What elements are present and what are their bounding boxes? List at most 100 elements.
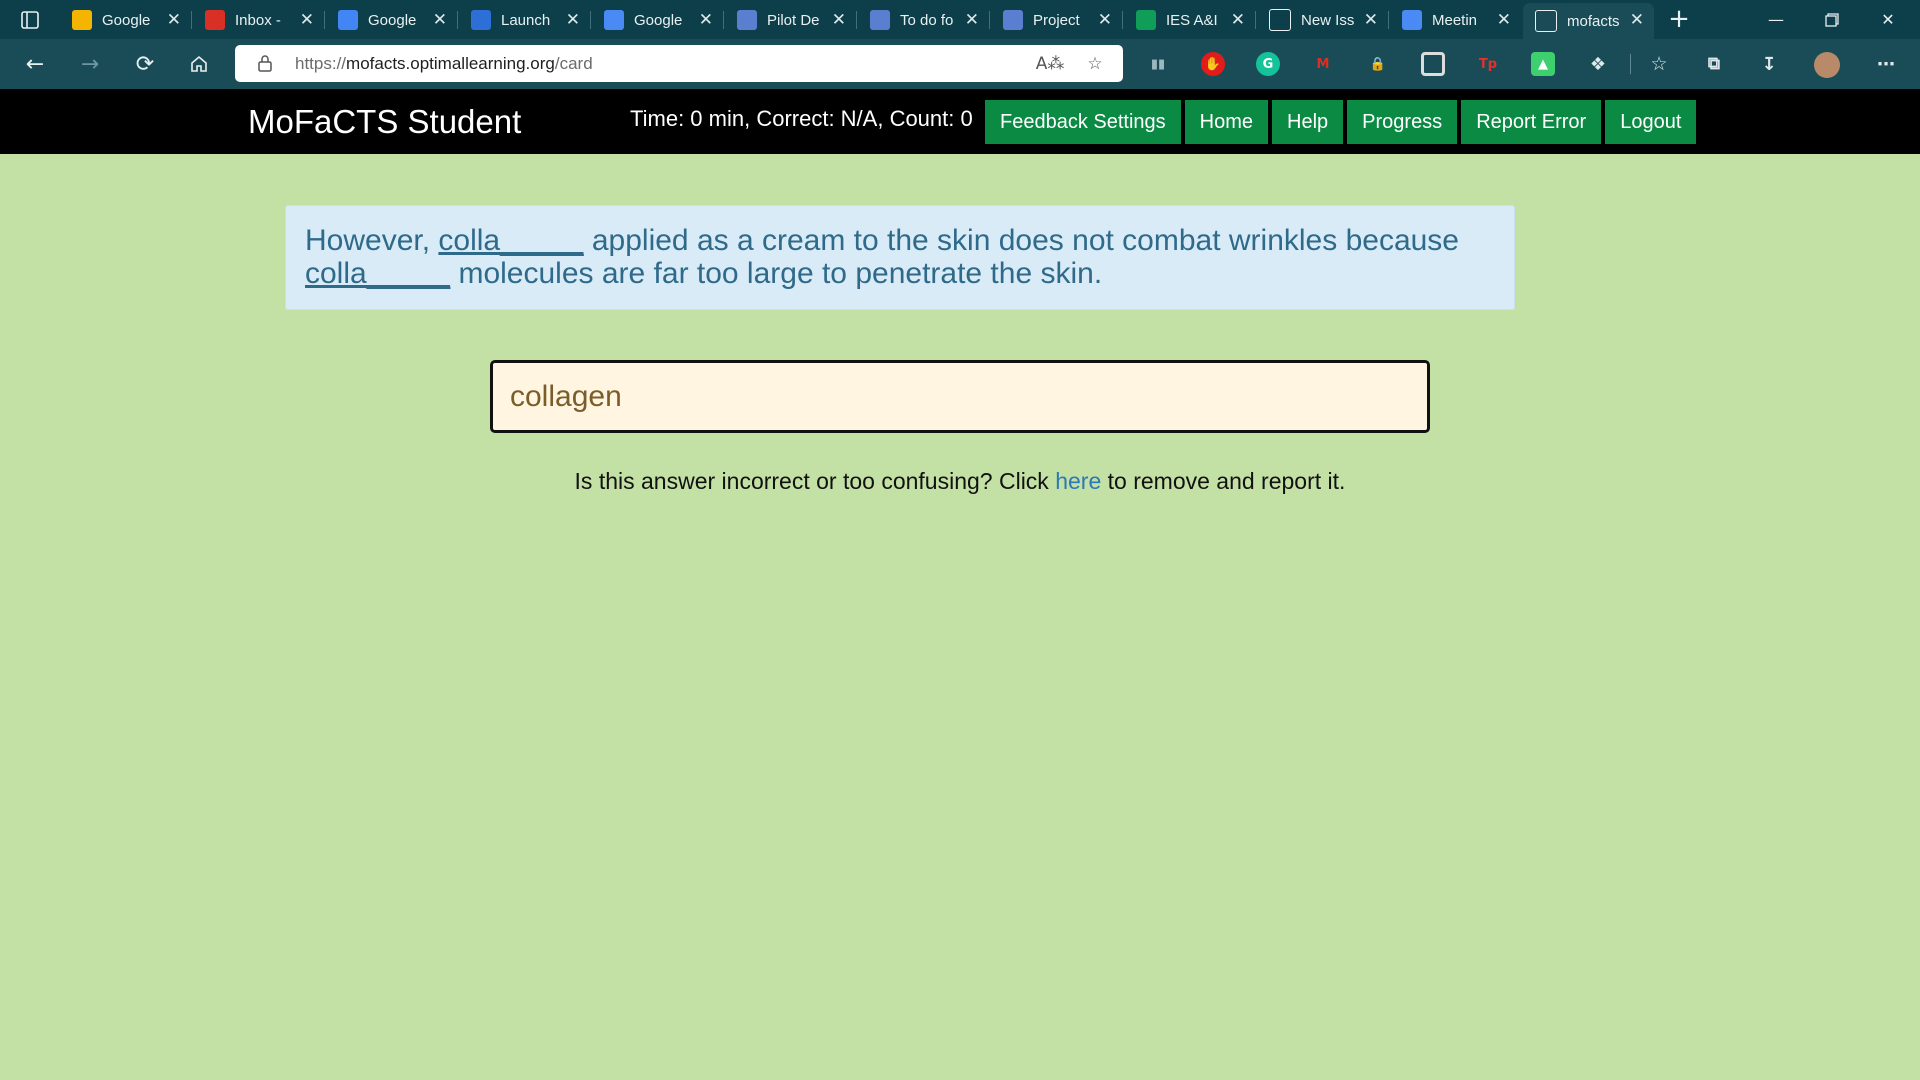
- browser-tab[interactable]: mofacts ✕: [1523, 3, 1654, 39]
- doc-icon: [870, 10, 890, 30]
- screen-capture-icon[interactable]: [1421, 52, 1445, 76]
- tab-separator: [191, 11, 192, 29]
- add-favorite-icon[interactable]: ☆: [1083, 52, 1107, 76]
- browser-tab[interactable]: Launch ✕: [459, 3, 590, 37]
- logout-button[interactable]: Logout: [1605, 100, 1697, 144]
- close-tab-icon[interactable]: ✕: [832, 10, 846, 30]
- browser-tab[interactable]: Pilot De ✕: [725, 3, 856, 37]
- browser-tab-label: mofacts: [1567, 12, 1620, 30]
- report-answer-notice: Is this answer incorrect or too confusin…: [0, 468, 1920, 495]
- translate-ext-icon[interactable]: Tp: [1476, 52, 1500, 76]
- address-bar[interactable]: https://mofacts.optimallearning.org/card…: [235, 45, 1123, 82]
- browser-tab[interactable]: Google ✕: [60, 3, 191, 37]
- tab-separator: [856, 11, 857, 29]
- tab-actions-icon[interactable]: [8, 4, 52, 36]
- more-menu-icon[interactable]: ⋯: [1874, 52, 1898, 76]
- browser-tab-label: Google: [368, 11, 417, 29]
- tab-separator: [723, 11, 724, 29]
- extension-bars-icon[interactable]: ▮▮: [1146, 52, 1170, 76]
- close-tab-icon[interactable]: ✕: [1497, 10, 1511, 30]
- new-tab-button[interactable]: +: [1664, 4, 1694, 34]
- browser-tab-label: Meetin: [1432, 11, 1478, 29]
- report-here-link[interactable]: here: [1055, 468, 1101, 494]
- question-blank-2: colla_____: [305, 257, 451, 290]
- close-tab-icon[interactable]: ✕: [1630, 10, 1644, 30]
- close-window-button[interactable]: ✕: [1860, 0, 1916, 39]
- app-brand[interactable]: MoFaCTS Student: [248, 103, 521, 141]
- extensions-icon[interactable]: ❖: [1586, 52, 1610, 76]
- minimize-button[interactable]: —: [1748, 0, 1804, 39]
- meet-icon: [471, 10, 491, 30]
- browser-tab[interactable]: To do fo ✕: [858, 3, 989, 37]
- report-error-button[interactable]: Report Error: [1461, 100, 1602, 144]
- feedback-settings-button[interactable]: Feedback Settings: [985, 100, 1181, 144]
- back-button[interactable]: ←: [17, 46, 53, 82]
- browser-tab[interactable]: Google ✕: [592, 3, 723, 37]
- question-text-2: applied as a cream to the skin does not …: [583, 224, 1459, 257]
- session-status: Time: 0 min, Correct: N/A, Count: 0: [630, 106, 973, 131]
- browser-tab-label: Pilot De: [767, 11, 820, 29]
- browser-tab-label: Inbox -: [235, 11, 281, 29]
- browser-tab-label: IES A&I: [1166, 11, 1218, 29]
- close-tab-icon[interactable]: ✕: [566, 10, 580, 30]
- question-text-1: However,: [305, 224, 439, 257]
- tab-separator: [1255, 11, 1256, 29]
- browser-tab-label: Launch: [501, 11, 551, 29]
- google-docs-icon: [604, 10, 624, 30]
- browser-tab-label: New Iss: [1301, 11, 1355, 29]
- browser-tab-label: Google: [102, 11, 151, 29]
- sheets-icon: [1136, 10, 1156, 30]
- reload-button[interactable]: ⟳: [127, 46, 163, 82]
- favorites-icon[interactable]: ☆: [1647, 52, 1671, 76]
- tab-separator: [989, 11, 990, 29]
- adblock-icon[interactable]: ✋: [1201, 52, 1225, 76]
- report-text-before: Is this answer incorrect or too confusin…: [574, 468, 1056, 494]
- tab-separator: [590, 11, 591, 29]
- drive-ext-icon[interactable]: ▲: [1531, 52, 1555, 76]
- close-tab-icon[interactable]: ✕: [433, 10, 447, 30]
- close-tab-icon[interactable]: ✕: [300, 10, 314, 30]
- browser-toolbar: ← → ⟳ https://mofacts.optimallearning.or…: [0, 39, 1920, 89]
- page-icon: [1535, 10, 1557, 32]
- browser-tab[interactable]: Meetin ✕: [1390, 3, 1521, 37]
- question-prompt: However, colla_____ applied as a cream t…: [285, 205, 1515, 310]
- tab-separator: [457, 11, 458, 29]
- close-tab-icon[interactable]: ✕: [699, 10, 713, 30]
- close-tab-icon[interactable]: ✕: [965, 10, 979, 30]
- google-calendar-icon: [338, 10, 358, 30]
- browser-tab-label: Google: [634, 11, 683, 29]
- browser-tab[interactable]: Project ✕: [991, 3, 1122, 37]
- tab-separator: [1122, 11, 1123, 29]
- browser-tab[interactable]: IES A&I ✕: [1124, 3, 1255, 37]
- doc-icon: [737, 10, 757, 30]
- restore-button[interactable]: [1804, 0, 1860, 39]
- github-icon: [1269, 9, 1291, 31]
- read-aloud-icon[interactable]: A⁂: [1036, 52, 1065, 76]
- close-tab-icon[interactable]: ✕: [1098, 10, 1112, 30]
- close-tab-icon[interactable]: ✕: [1364, 10, 1378, 30]
- question-text-3: molecules are far too large to penetrate…: [450, 257, 1103, 290]
- answer-input[interactable]: [490, 360, 1430, 433]
- home-icon[interactable]: [181, 46, 217, 82]
- password-lock-icon[interactable]: 🔒: [1366, 52, 1390, 76]
- profile-avatar[interactable]: [1814, 52, 1840, 78]
- mendeley-icon[interactable]: M: [1311, 52, 1335, 76]
- browser-tab[interactable]: New Iss ✕: [1257, 3, 1388, 37]
- tab-separator: [324, 11, 325, 29]
- toolbar-divider: [1630, 54, 1631, 74]
- browser-tab[interactable]: Inbox - ✕: [193, 3, 324, 37]
- browser-tab-label: Project: [1033, 11, 1080, 29]
- progress-button[interactable]: Progress: [1347, 100, 1458, 144]
- home-button[interactable]: Home: [1184, 100, 1269, 144]
- tab-separator: [1388, 11, 1389, 29]
- collections-icon[interactable]: ⧉: [1702, 52, 1726, 76]
- browser-tab[interactable]: Google ✕: [326, 3, 457, 37]
- grammarly-icon[interactable]: G: [1256, 52, 1280, 76]
- gmail-icon: [205, 10, 225, 30]
- forward-button[interactable]: →: [72, 46, 108, 82]
- url-text: https://mofacts.optimallearning.org/card: [295, 54, 593, 73]
- close-tab-icon[interactable]: ✕: [167, 10, 181, 30]
- downloads-icon[interactable]: ↧: [1757, 52, 1781, 76]
- close-tab-icon[interactable]: ✕: [1231, 10, 1245, 30]
- help-button[interactable]: Help: [1272, 100, 1344, 144]
